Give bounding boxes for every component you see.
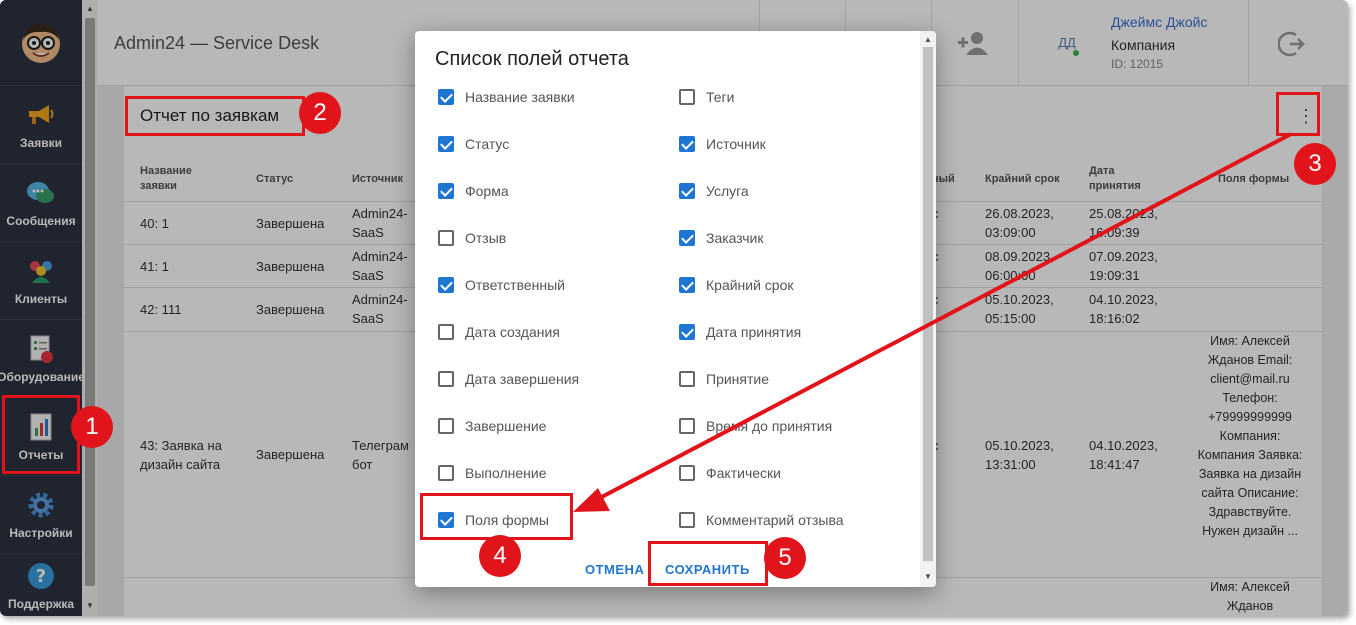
app-window: Заявки Сообщения Клиенты Оборудование От…: [0, 0, 1348, 616]
annotation-arrow: [573, 132, 1292, 512]
highlight-form-fields: [420, 493, 573, 540]
step-badge-4: 4: [479, 535, 521, 577]
highlight-reports: [2, 395, 80, 474]
step-badge-2: 2: [299, 92, 341, 134]
step-badge-3: 3: [1294, 143, 1336, 185]
highlight-save: [648, 541, 768, 586]
highlight-report-title: [125, 96, 305, 136]
highlight-more-options: [1276, 92, 1320, 136]
step-badge-1: 1: [71, 406, 113, 448]
step-badge-5: 5: [764, 537, 806, 579]
